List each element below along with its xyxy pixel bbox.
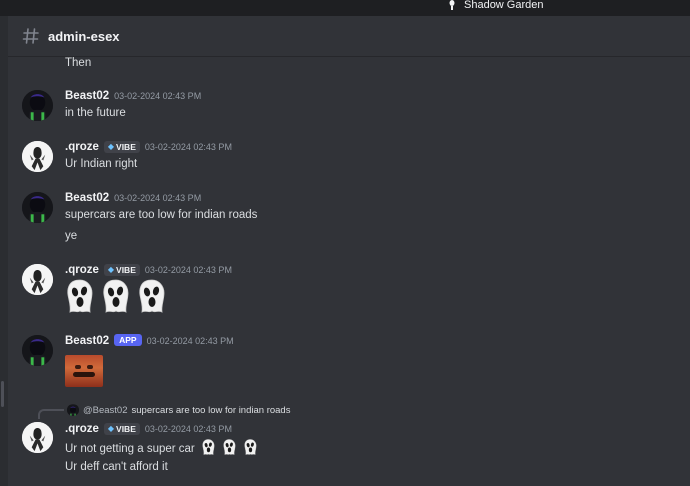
vibe-badge[interactable]: ◆ VIBE (103, 422, 140, 435)
channel-header: admin-esex (8, 16, 690, 57)
reply-username[interactable]: @Beast02 (83, 405, 128, 416)
image-detail (75, 365, 81, 369)
message-text: supercars are too low for indian roads (65, 209, 258, 221)
vibe-badge[interactable]: ◆ VIBE (103, 263, 140, 276)
timestamp: 03-02-2024 02:43 PM (114, 193, 202, 203)
username[interactable]: Beast02 (65, 90, 109, 102)
sidebar-edge (0, 16, 8, 486)
message-text: ye (65, 230, 78, 242)
message-text: Then (65, 57, 92, 69)
message[interactable]: Beast02 APP 03-02-2024 02:43 PM (8, 333, 690, 391)
channel-title: admin-esex (48, 28, 120, 44)
image-detail (73, 372, 95, 377)
server-icon (449, 0, 455, 10)
avatar[interactable] (22, 335, 53, 366)
reply-connector (38, 409, 64, 419)
reply-avatar (67, 404, 79, 416)
timestamp: 03-02-2024 02:43 PM (114, 91, 202, 101)
reaction-image[interactable] (65, 355, 103, 387)
vibe-badge[interactable]: ◆ VIBE (103, 140, 140, 153)
timestamp: 03-02-2024 02:43 PM (146, 336, 234, 346)
resize-handle[interactable] (1, 381, 4, 407)
message[interactable]: .qroze ◆ VIBE 03-02-2024 02:43 PM Ur Indi… (8, 139, 690, 179)
message[interactable]: Beast02 03-02-2024 02:43 PM in the futur… (8, 88, 690, 128)
username[interactable]: .qroze (65, 423, 99, 435)
username[interactable]: .qroze (65, 264, 99, 276)
message[interactable]: .qroze ◆ VIBE 03-02-2024 02:43 PM (8, 262, 690, 322)
reply-message[interactable]: @Beast02 supercars are too low for india… (8, 403, 690, 483)
reply-text: supercars are too low for indian roads (131, 404, 291, 416)
username[interactable]: Beast02 (65, 192, 109, 204)
server-name[interactable]: Shadow Garden (448, 0, 544, 12)
reply-reference[interactable]: @Beast02 supercars are too low for india… (67, 404, 290, 416)
avatar[interactable] (22, 422, 53, 453)
hash-icon (22, 28, 39, 44)
message-text: Ur Indian right (65, 158, 138, 170)
ghost-emoji[interactable] (101, 279, 131, 315)
gem-icon: ◆ (107, 424, 115, 433)
timestamp: 03-02-2024 02:43 PM (144, 265, 232, 275)
ghost-emoji[interactable] (243, 439, 258, 456)
ghost-emoji[interactable] (137, 279, 167, 315)
avatar[interactable] (22, 192, 53, 223)
gem-icon: ◆ (107, 142, 115, 151)
server-name-label: Shadow Garden (464, 0, 544, 11)
ghost-emoji[interactable] (201, 439, 216, 456)
timestamp: 03-02-2024 02:43 PM (144, 142, 232, 152)
avatar[interactable] (22, 264, 53, 295)
ghost-emoji[interactable] (222, 439, 237, 456)
username[interactable]: Beast02 (65, 335, 109, 347)
message[interactable]: Beast02 03-02-2024 02:43 PM supercars ar… (8, 190, 690, 250)
message-continuation[interactable]: Then (8, 57, 690, 77)
ghost-emoji[interactable] (65, 279, 95, 315)
message-text: Ur deff can't afford it (65, 461, 168, 473)
timestamp: 03-02-2024 02:43 PM (144, 424, 232, 434)
username[interactable]: .qroze (65, 141, 99, 153)
message-text-line: Ur not getting a super car (65, 443, 195, 455)
message-text: in the future (65, 107, 126, 119)
top-title-bar: Shadow Garden (0, 0, 690, 16)
gem-icon: ◆ (107, 265, 115, 274)
avatar[interactable] (22, 90, 53, 121)
avatar[interactable] (22, 141, 53, 172)
message-text: Ur not getting a super car (65, 439, 258, 456)
app-badge: APP (114, 334, 142, 346)
image-detail (87, 365, 93, 369)
